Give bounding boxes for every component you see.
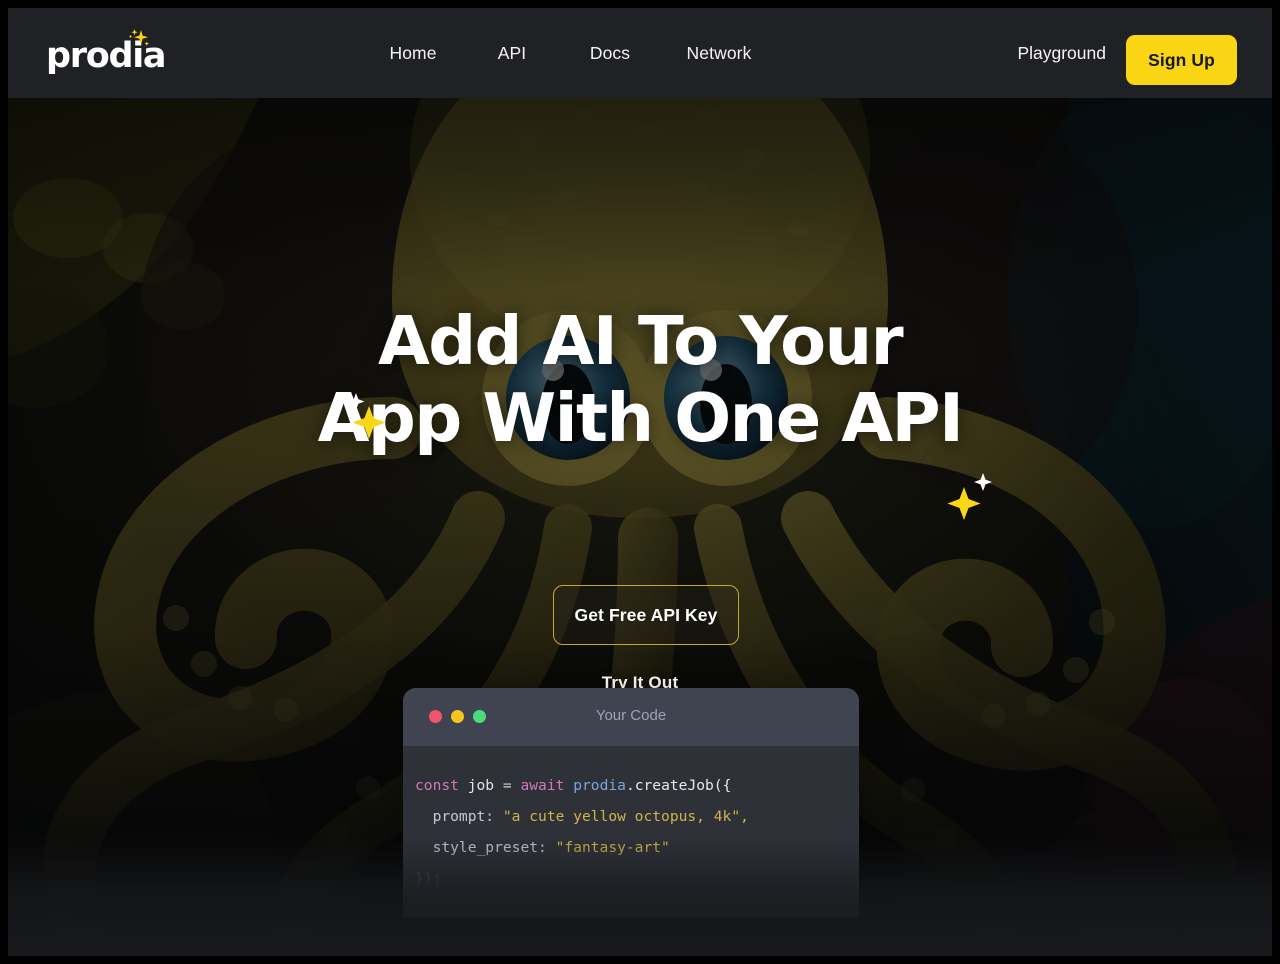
site-header: prodia Home API Docs Network Playground … [8, 8, 1272, 98]
code-token-value-prompt: "a cute yellow octopus, 4k", [502, 808, 749, 825]
get-free-api-key-button[interactable]: Get Free API Key [553, 585, 739, 645]
page-title: Add AI To Your App With One API [8, 303, 1272, 457]
code-window-titlebar: Your Code [403, 688, 859, 746]
code-block: const job = await prodia.createJob({ pro… [403, 746, 859, 918]
code-token-prop-prompt: prompt: [432, 808, 495, 825]
nav-item-api[interactable]: API [463, 43, 561, 64]
sparkle-icon [947, 473, 992, 520]
brand-name: prodia [46, 36, 167, 76]
code-token-await: await [520, 777, 565, 794]
headline-line-2: App With One API [317, 379, 964, 457]
code-token-close: }); [415, 870, 442, 887]
sign-up-button[interactable]: Sign Up [1126, 35, 1237, 85]
hero-section: Add AI To Your App With One API Get Free… [8, 98, 1272, 956]
nav-item-docs[interactable]: Docs [561, 43, 659, 64]
code-token-method: .createJob({ [625, 777, 732, 794]
code-token-value-style-preset: "fantasy-art" [555, 839, 670, 856]
code-token-const: const [415, 777, 459, 794]
primary-nav: Home API Docs Network [363, 8, 779, 98]
nav-item-network[interactable]: Network [659, 43, 779, 64]
code-preview-card: Your Code const job = await prodia.creat… [403, 688, 859, 918]
nav-item-playground[interactable]: Playground [1017, 8, 1106, 98]
headline-line-1: Add AI To Your [377, 302, 904, 380]
sparkle-icon [347, 393, 386, 439]
code-token-object: prodia [573, 777, 626, 794]
code-token-varname: job [467, 777, 495, 794]
nav-item-home[interactable]: Home [363, 43, 463, 64]
page-frame: prodia Home API Docs Network Playground … [8, 8, 1272, 956]
code-token-equals: = [502, 777, 512, 794]
brand-logo[interactable]: prodia [46, 29, 176, 78]
code-window-title: Your Code [595, 707, 667, 724]
code-token-prop-style-preset: style_preset: [432, 839, 547, 856]
